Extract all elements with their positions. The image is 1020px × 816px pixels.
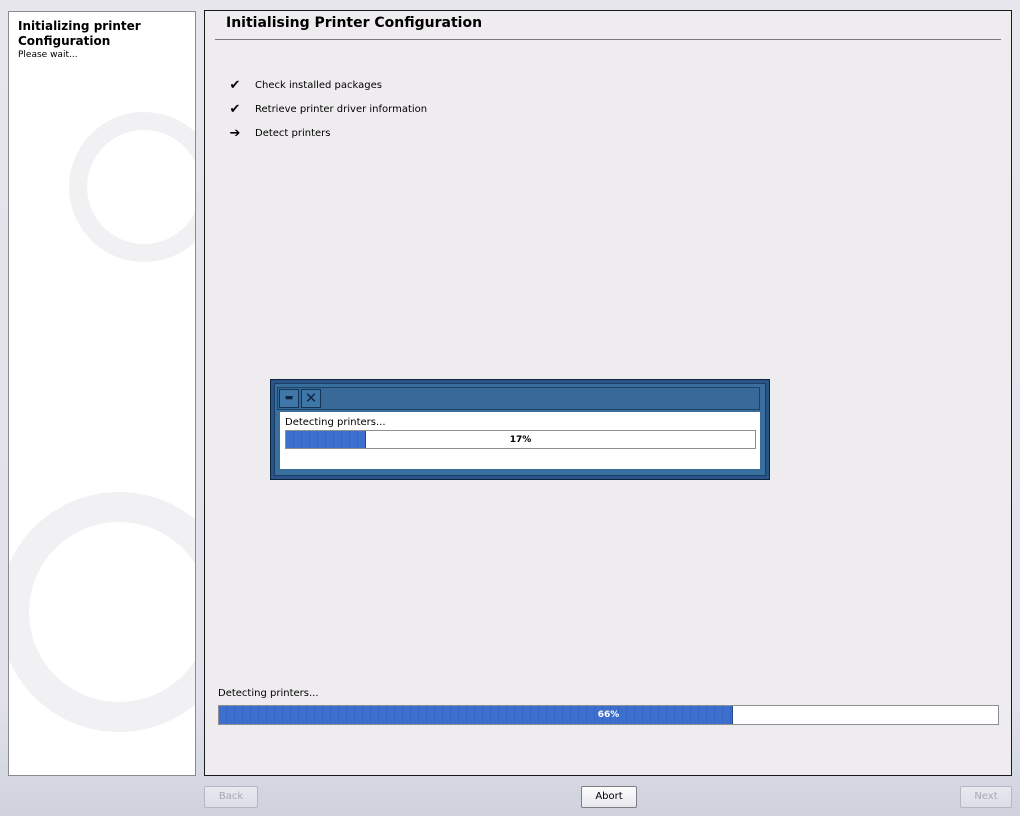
dialog-progress-percent: 17% [509,435,532,445]
help-panel: Initializing printer Configuration Pleas… [8,11,196,776]
detect-printers-dialog: ▬ ✕ Detecting printers... 17% [270,379,770,480]
abort-button[interactable]: Abort [581,786,637,808]
next-button[interactable]: Next [960,786,1012,808]
step-label: Retrieve printer driver information [255,104,428,115]
check-icon: ✔ [229,78,241,93]
minimize-icon[interactable]: ▬ [279,389,299,408]
decorative-ring [69,112,195,262]
help-title: Initializing printer Configuration [18,19,141,48]
overall-progress-percent: 66% [597,710,620,720]
dialog-progress-label: Detecting printers... [285,417,386,428]
check-icon: ✔ [229,102,241,117]
step-label: Detect printers [255,128,331,139]
title-divider [215,39,1001,40]
back-button[interactable]: Back [204,786,258,808]
step-label: Check installed packages [255,80,382,91]
decorative-ring [9,492,195,732]
dialog-titlebar[interactable]: ▬ ✕ [277,387,760,410]
close-icon[interactable]: ✕ [301,389,321,408]
arrow-right-icon: ➔ [229,126,241,141]
overall-progress-bar: 66% [218,705,999,725]
help-text: Please wait... [18,50,78,60]
dialog-body: Detecting printers... 17% [280,412,760,469]
dialog-progress-bar: 17% [285,430,756,449]
page-title: Initialising Printer Configuration [226,15,483,31]
overall-progress-label: Detecting printers... [218,688,319,699]
